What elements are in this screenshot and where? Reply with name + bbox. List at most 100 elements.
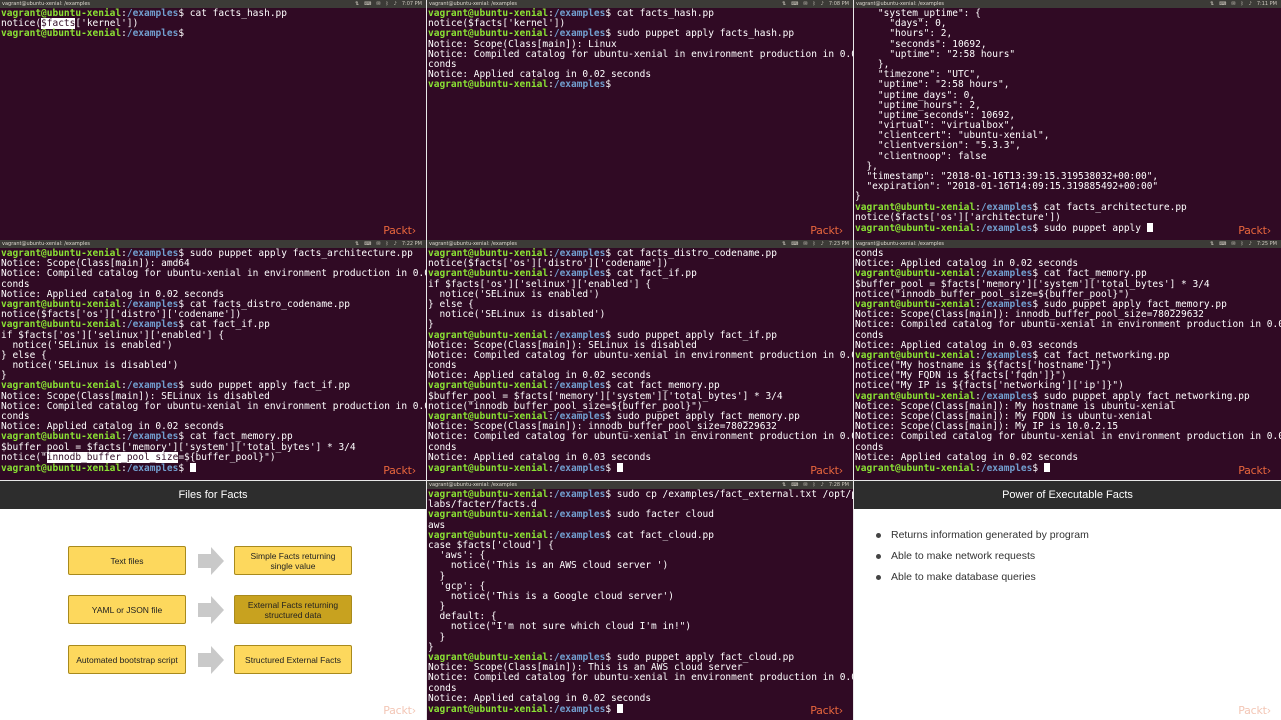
terminal-line: vagrant@ubuntu-xenial:/examples$ <box>1 462 425 474</box>
terminal-output[interactable]: vagrant@ubuntu-xenial:/examples$ cat fac… <box>427 248 853 473</box>
list-item: Able to make database queries <box>876 567 1281 588</box>
packt-logo: Packt› <box>383 704 416 717</box>
arrow-right-icon <box>198 547 224 575</box>
slide-power-of-executable-facts: Power of Executable Facts Returns inform… <box>854 481 1281 720</box>
terminal-window-3[interactable]: vagrant@ubuntu-xenial: /examples ⇅ ⌨ ✉ ᛒ ♪ 7… <box>854 0 1281 240</box>
terminal-line: Notice: Compiled catalog for ubuntu-xeni… <box>1 268 426 280</box>
box-simple-facts: Simple Facts returning single value <box>234 546 352 575</box>
network-icon: ⇅ <box>355 241 360 247</box>
terminal-line: Notice: Applied catalog in 0.02 seconds <box>855 452 1280 463</box>
prompt-user: vagrant@ubuntu-xenial <box>1 28 122 40</box>
prompt-user: vagrant@ubuntu-xenial <box>855 222 976 234</box>
prompt-path: /examples <box>553 489 606 500</box>
terminal-output[interactable]: vagrant@ubuntu-xenial:/examples$ sudo pu… <box>0 248 426 473</box>
text-cursor <box>189 462 196 472</box>
keyboard-icon: ⌨ <box>791 482 799 488</box>
line-text: $ sudo puppet apply <box>1032 222 1147 234</box>
line-text: $ cat facts_hash.pp <box>605 8 714 19</box>
box-structured-external-facts: Structured External Facts <box>234 645 352 674</box>
bullet-icon <box>876 575 881 580</box>
terminal-output[interactable]: vagrant@ubuntu-xenial:/examples$ cat fac… <box>427 8 853 91</box>
clock: 7:25 PM <box>1256 241 1277 247</box>
network-icon: ⇅ <box>1210 1 1215 7</box>
volume-icon: ♪ <box>393 241 397 247</box>
terminal-line: Notice: Compiled catalog for ubuntu-xeni… <box>428 672 853 684</box>
clock: 7:23 PM <box>828 241 849 247</box>
volume-icon: ♪ <box>820 1 824 7</box>
mail-icon: ✉ <box>803 482 808 488</box>
line-text: notice('SELinux is disabled') <box>1 360 179 372</box>
terminal-line: "uptime": "2:58 hours" <box>855 49 1280 60</box>
terminal-title: vagrant@ubuntu-xenial: /examples <box>429 482 518 488</box>
slide-title: Power of Executable Facts <box>854 481 1281 509</box>
terminal-line: Notice: Applied catalog in 0.03 seconds <box>428 452 852 463</box>
text-cursor <box>1043 462 1050 472</box>
clock: 7:08 PM <box>828 1 849 7</box>
line-text: $ cat fact_cloud.pp <box>605 529 714 541</box>
text-cursor <box>616 462 623 472</box>
terminal-line: Notice: Compiled catalog for ubuntu-xeni… <box>428 431 853 443</box>
terminal-title: vagrant@ubuntu-xenial: /examples <box>429 241 518 247</box>
line-text: $ sudo puppet apply facts_hash.pp <box>605 28 795 40</box>
terminal-window-6[interactable]: vagrant@ubuntu-xenial: /examples ⇅ ⌨ ✉ ᛒ ♪ 7… <box>854 240 1281 480</box>
terminal-window-1[interactable]: vagrant@ubuntu-xenial: /examples ⇅ ⌨ ✉ ᛒ ♪ 7… <box>0 0 426 240</box>
terminal-line: Notice: Applied catalog in 0.02 seconds <box>428 693 852 704</box>
packt-logo: Packt› <box>383 224 416 237</box>
line-text: Notice: Compiled catalog for ubuntu-xeni… <box>428 431 853 443</box>
terminal-title: vagrant@ubuntu-xenial: /examples <box>2 1 91 7</box>
mail-icon: ✉ <box>803 241 808 247</box>
network-icon: ⇅ <box>1210 241 1215 247</box>
line-text: $ sudo puppet apply facts_architecture.p… <box>178 248 413 259</box>
terminal-window-7[interactable]: vagrant@ubuntu-xenial: /examples ⇅ ⌨ ✉ ᛒ ♪ 7… <box>427 481 853 720</box>
bluetooth-icon: ᛒ <box>385 241 389 247</box>
prompt-path: /examples <box>980 462 1033 474</box>
terminal-line: notice('SELinux is disabled') <box>1 360 425 372</box>
terminal-window-2[interactable]: vagrant@ubuntu-xenial: /examples ⇅ ⌨ ✉ ᛒ ♪ 7… <box>427 0 853 240</box>
line-text: $ <box>605 79 612 91</box>
line-text: notice('This is an AWS cloud server ') <box>428 560 669 572</box>
network-icon: ⇅ <box>782 1 787 7</box>
bluetooth-icon: ᛒ <box>1240 1 1244 7</box>
line-text: Notice: Compiled catalog for ubuntu-xeni… <box>428 672 853 684</box>
packt-logo: Packt› <box>1238 224 1271 237</box>
system-tray: ⇅ ⌨ ✉ ᛒ ♪ 7:23 PM <box>782 240 853 248</box>
line-text: $ <box>178 28 185 40</box>
network-icon: ⇅ <box>355 1 360 7</box>
terminal-output[interactable]: vagrant@ubuntu-xenial:/examples$ cat fac… <box>0 8 426 40</box>
line-text: Notice: Compiled catalog for ubuntu-xeni… <box>1 268 426 280</box>
terminal-line: Notice: Compiled catalog for ubuntu-xeni… <box>428 350 853 361</box>
packt-logo: Packt› <box>383 464 416 477</box>
text-cursor <box>616 703 623 713</box>
terminal-output[interactable]: conds Notice: Applied catalog in 0.02 sec… <box>854 248 1281 473</box>
line-text: =${buffer_pool}") <box>178 451 276 463</box>
terminal-output[interactable]: "system_uptime": { "days": 0, "hours": 2… <box>854 8 1281 233</box>
terminal-line: Notice: Compiled catalog for ubuntu-xeni… <box>855 432 1281 442</box>
terminal-line: Notice: Compiled catalog for ubuntu-xeni… <box>428 48 853 60</box>
terminal-line: notice('SELinux is enabled') <box>428 289 852 300</box>
system-tray: ⇅ ⌨ ✉ ᛒ ♪ 7:22 PM <box>355 240 426 248</box>
packt-logo: Packt› <box>810 704 843 717</box>
volume-icon: ♪ <box>393 1 397 7</box>
terminal-window-5[interactable]: vagrant@ubuntu-xenial: /examples ⇅ ⌨ ✉ ᛒ ♪ 7… <box>427 240 853 480</box>
bluetooth-icon: ᛒ <box>812 1 816 7</box>
volume-icon: ♪ <box>820 482 824 488</box>
prompt-path: /examples <box>126 462 179 474</box>
mail-icon: ✉ <box>1231 241 1236 247</box>
line-text: notice('SELinux is disabled') <box>428 309 606 321</box>
mail-icon: ✉ <box>376 241 381 247</box>
line-text: $ <box>178 462 190 474</box>
prompt-user: vagrant@ubuntu-xenial <box>428 79 549 91</box>
line-text: notice('This is a Google cloud server') <box>428 590 674 602</box>
terminal-titlebar: vagrant@ubuntu-xenial: /examples ⇅ ⌨ ✉ ᛒ ♪ 7… <box>0 240 426 248</box>
bluetooth-icon: ᛒ <box>812 482 816 488</box>
line-text: Notice: Compiled catalog for ubuntu-xeni… <box>428 48 853 60</box>
terminal-window-4[interactable]: vagrant@ubuntu-xenial: /examples ⇅ ⌨ ✉ ᛒ ♪ 7… <box>0 240 426 480</box>
terminal-titlebar: vagrant@ubuntu-xenial: /examples ⇅ ⌨ ✉ ᛒ ♪ 7… <box>427 0 853 8</box>
line-text: notice(" <box>1 451 47 463</box>
terminal-output[interactable]: vagrant@ubuntu-xenial:/examples$ sudo cp… <box>427 489 853 714</box>
terminal-line: vagrant@ubuntu-xenial:/examples$ <box>428 703 852 715</box>
keyboard-icon: ⌨ <box>791 1 799 7</box>
terminal-line: } <box>428 571 852 582</box>
prompt-path: /examples <box>553 462 606 474</box>
list-item: Returns information generated by program <box>876 525 1281 546</box>
